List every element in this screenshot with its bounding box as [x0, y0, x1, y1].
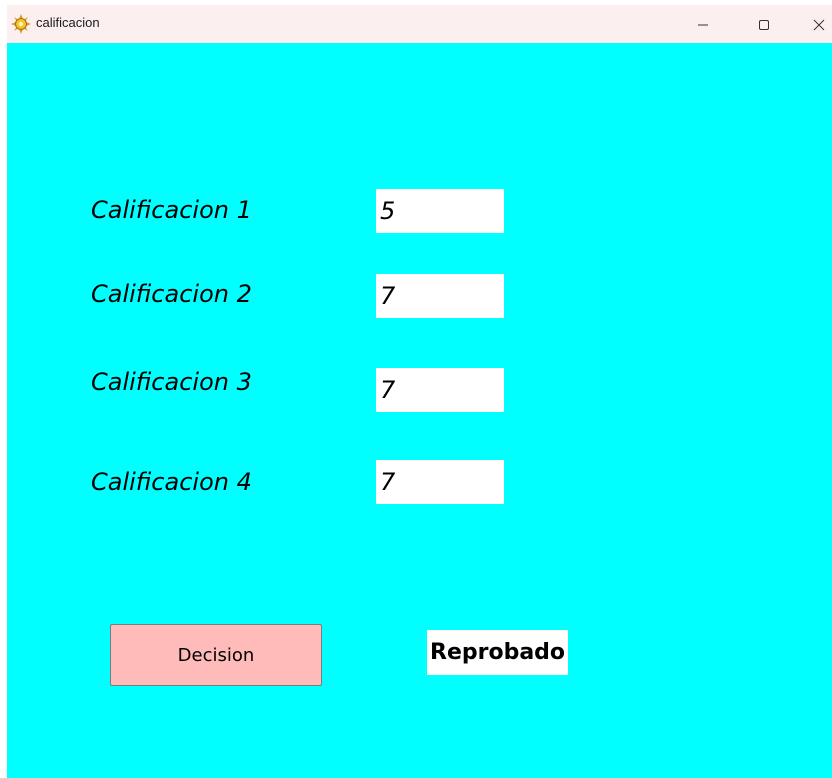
- maximize-button[interactable]: [741, 10, 787, 40]
- title-bar[interactable]: calificacion: [7, 5, 832, 43]
- window-title: calificacion: [36, 15, 100, 30]
- grade-label-2: Calificacion 2: [91, 280, 252, 308]
- decision-button[interactable]: Decision: [110, 624, 322, 686]
- maximize-icon: [759, 20, 769, 30]
- grade-label-3: Calificacion 3: [91, 368, 252, 396]
- grade-label-1: Calificacion 1: [91, 196, 252, 224]
- close-icon: [813, 19, 825, 31]
- close-button[interactable]: [796, 10, 832, 40]
- minimize-icon: [698, 24, 708, 26]
- grade-field-2[interactable]: [376, 274, 504, 318]
- form-panel: Calificacion 1 Calificacion 2 Calificaci…: [7, 43, 832, 778]
- grade-field-4[interactable]: [376, 460, 504, 504]
- app-window: calificacion Calificacion 1 Calificacion…: [7, 5, 832, 778]
- grade-field-3[interactable]: [376, 368, 504, 412]
- sun-gear-icon: [11, 14, 31, 34]
- result-field: Reprobado: [427, 630, 568, 675]
- grade-label-4: Calificacion 4: [91, 468, 252, 496]
- minimize-button[interactable]: [680, 10, 726, 40]
- grade-field-1[interactable]: [376, 189, 504, 233]
